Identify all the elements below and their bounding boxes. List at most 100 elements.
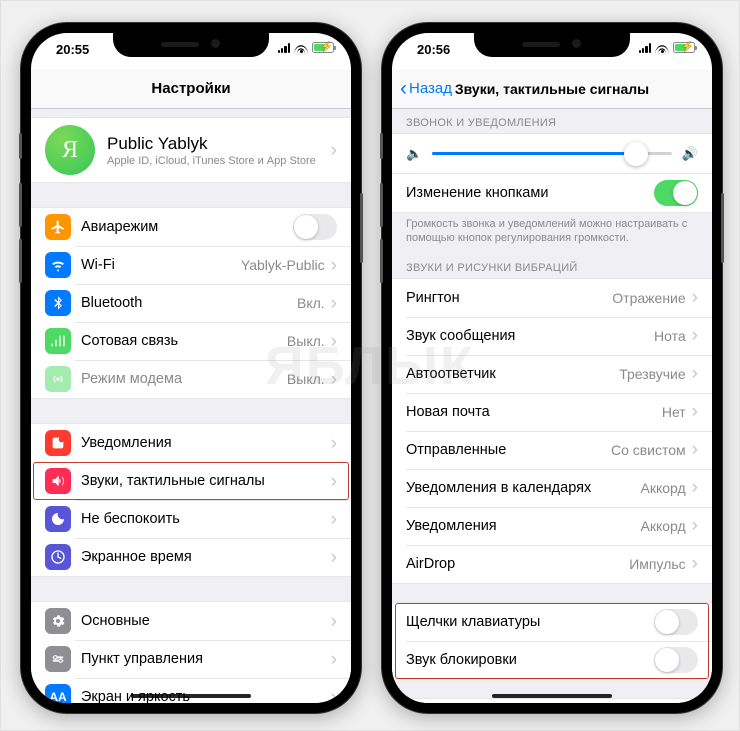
row-detail: Со свистом [611,442,686,458]
row-label: Режим модема [81,371,287,387]
change-with-buttons-row[interactable]: Изменение кнопками [392,174,712,212]
row-label: Экранное время [81,549,331,565]
volume-slider-row: 🔈 🔊 [392,133,712,173]
settings-row[interactable]: УведомленияАккорд› [392,507,712,545]
row-label: Сотовая связь [81,333,287,349]
settings-row[interactable]: Основные› [31,602,351,640]
home-indicator[interactable] [492,694,612,698]
chevron-right-icon: › [692,516,698,535]
bluetooth-icon [45,290,71,316]
settings-row[interactable]: Звук сообщенияНота › [392,317,712,355]
control-icon [45,646,71,672]
row-detail: Нота [654,328,686,344]
screentime-icon [45,544,71,570]
chevron-right-icon: › [331,370,337,389]
sounds-content[interactable]: ЗВОНОК И УВЕДОМЛЕНИЯ 🔈 🔊 Изменение кнопк… [392,109,712,703]
row-label: Звук блокировки [406,652,654,668]
row-label: Звук сообщения [406,328,654,344]
notification-icon [45,430,71,456]
settings-row[interactable]: Wi-FiYablyk-Public› [31,246,351,284]
row-label: Основные [81,613,331,629]
row-label: Не беспокоить [81,511,331,527]
volume-slider[interactable] [432,152,672,155]
keyboard-clicks-toggle[interactable] [654,609,698,635]
change-with-buttons-toggle[interactable] [654,180,698,206]
home-indicator[interactable] [131,694,251,698]
back-button[interactable]: ‹Назад [400,78,452,99]
row-label: Щелчки клавиатуры [406,614,654,630]
row-label: AirDrop [406,556,629,572]
settings-row[interactable]: Новая почтаНет› [392,393,712,431]
settings-group-connectivity: АвиарежимWi-FiYablyk-Public›BluetoothВкл… [31,207,351,399]
sound-icon [45,468,71,494]
row-detail: Отражение [612,290,685,306]
settings-row[interactable]: Экранное время› [31,538,351,576]
wifi-icon [45,252,71,278]
wifi-status-icon [294,43,308,53]
chevron-right-icon: › [692,364,698,383]
status-time: 20:55 [56,42,89,57]
apple-id-sub: Apple ID, iCloud, iTunes Store и App Sto… [107,155,316,167]
speaker-high-icon: 🔊 [682,146,698,162]
avatar: Я [45,125,95,175]
nav-bar: Настройки [31,69,351,109]
row-detail: Нет [662,404,686,420]
settings-row[interactable]: ОтправленныеСо свистом › [392,431,712,469]
settings-row[interactable]: Уведомления в календаряхАккорд › [392,469,712,507]
lock-sound-row[interactable]: Звук блокировки [392,641,712,679]
phone-frame-left: 20:55 ⚡ Настройки Я Public Yablyk Apple … [21,23,361,713]
settings-row[interactable]: Уведомления› [31,424,351,462]
settings-row[interactable]: Звуки, тактильные сигналы› [31,462,351,500]
chevron-right-icon: › [331,612,337,631]
chevron-right-icon: › [692,326,698,345]
row-label: Новая почта [406,404,662,420]
settings-row[interactable]: Режим модемаВыкл. › [31,360,351,398]
settings-content[interactable]: Я Public Yablyk Apple ID, iCloud, iTunes… [31,109,351,703]
chevron-right-icon: › [331,548,337,567]
chevron-right-icon: › [692,440,698,459]
keyboard-clicks-row[interactable]: Щелчки клавиатуры [392,603,712,641]
row-detail: Выкл. [287,333,325,349]
row-label: Автоответчик [406,366,619,382]
settings-row[interactable]: Пункт управления› [31,640,351,678]
settings-row[interactable]: АвтоответчикТрезвучие › [392,355,712,393]
settings-row[interactable]: Авиарежим [31,208,351,246]
chevron-right-icon: › [692,554,698,573]
row-detail: Трезвучие [619,366,685,382]
toggle[interactable] [293,214,337,240]
row-detail: Аккорд [641,480,686,496]
settings-group-tones: РингтонОтражение›Звук сообщенияНота›Авто… [392,278,712,584]
settings-group-attention: Уведомления›Звуки, тактильные сигналы›Не… [31,423,351,577]
notch [113,33,269,57]
row-label: Уведомления в календарях [406,480,641,496]
settings-row[interactable]: Не беспокоить› [31,500,351,538]
system-haptics-row[interactable]: Системные тактильные [392,699,712,704]
chevron-right-icon: › [331,688,337,704]
apple-id-row[interactable]: Я Public Yablyk Apple ID, iCloud, iTunes… [31,117,351,183]
row-detail: Yablyk-Public [241,257,325,273]
chevron-right-icon: › [331,332,337,351]
chevron-right-icon: › [331,294,337,313]
row-label: Отправленные [406,442,611,458]
chevron-right-icon: › [692,478,698,497]
row-label: Пункт управления [81,651,331,667]
settings-row[interactable]: РингтонОтражение› [392,279,712,317]
settings-row[interactable]: BluetoothВкл. › [31,284,351,322]
row-detail: Вкл. [297,295,325,311]
phone-frame-right: 20:56 ⚡ ‹Назад Звуки, тактильные сигналы… [382,23,722,713]
row-label: Bluetooth [81,295,297,311]
display-icon: AA [45,684,71,703]
row-label: Wi-Fi [81,257,241,273]
settings-row[interactable]: AirDropИмпульс› [392,545,712,583]
row-label: Изменение кнопками [406,185,654,201]
settings-row[interactable]: AAЭкран и яркость› [31,678,351,703]
status-time: 20:56 [417,42,450,57]
settings-group-general: Основные›Пункт управления›AAЭкран и ярко… [31,601,351,703]
row-detail: Выкл. [287,371,325,387]
lock-sound-toggle[interactable] [654,647,698,673]
section-header-ringer: ЗВОНОК И УВЕДОМЛЕНИЯ [392,109,712,133]
settings-row[interactable]: Сотовая связьВыкл. › [31,322,351,360]
nav-bar: ‹Назад Звуки, тактильные сигналы [392,69,712,109]
back-label: Назад [409,80,452,97]
section-footer-ringer: Громкость звонка и уведомлений можно нас… [392,213,712,254]
